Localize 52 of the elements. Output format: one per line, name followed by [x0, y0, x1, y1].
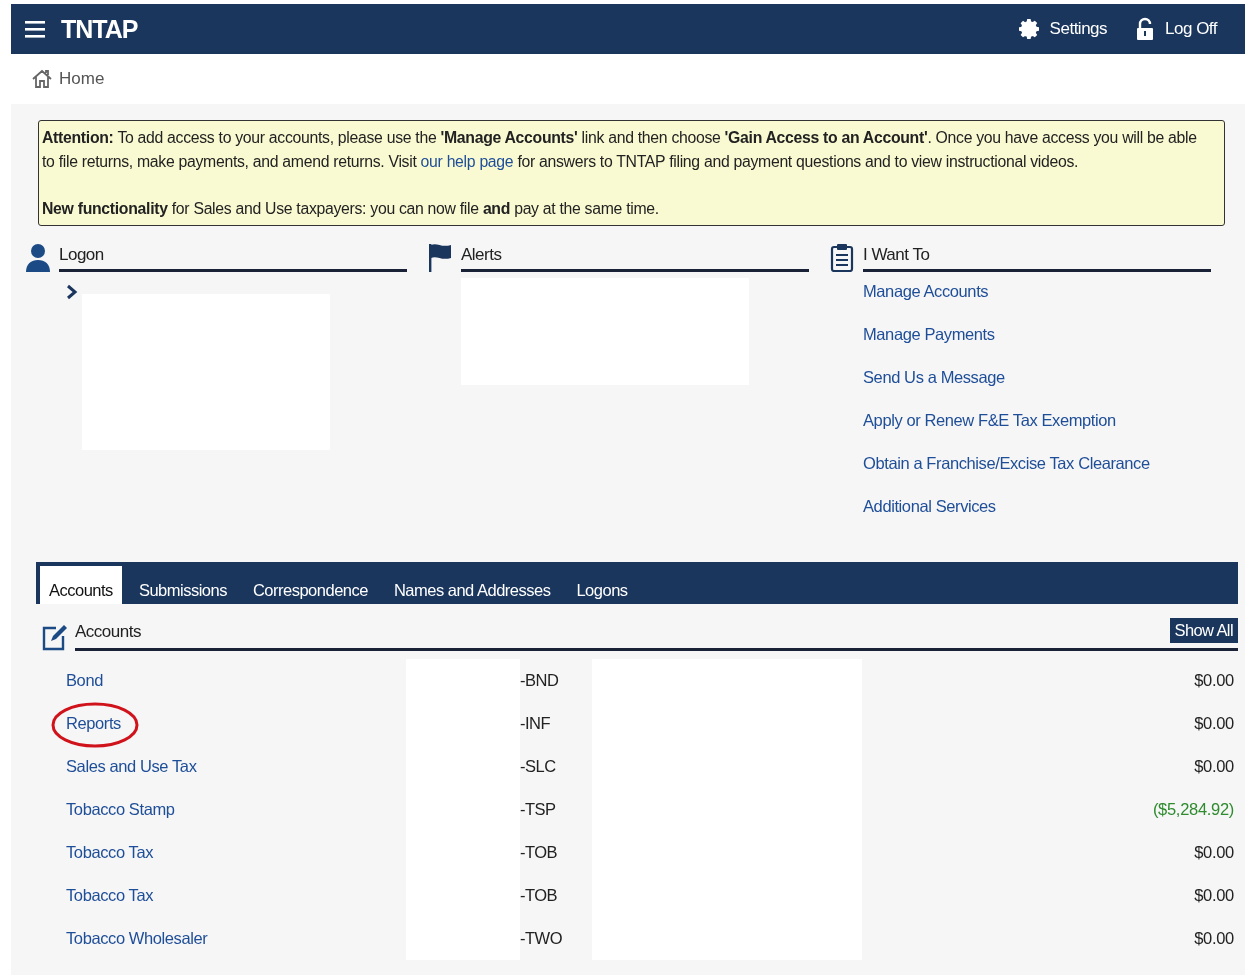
edit-icon [41, 623, 67, 651]
notice-text: Attention: To add access to your accounts, please use the 'Manage Accounts' link and then choose 'Gain Access to an Account'. Once you have access you will be able to file returns, make payments, and amend returns. Visit our help page for answers to TNTAP filing and payment questions and to view instructional videos. [42, 128, 1198, 172]
breadcrumb-home[interactable]: Home [59, 69, 105, 89]
account-balance: $0.00 [1193, 843, 1234, 862]
tab[interactable]: Submissions [129, 566, 236, 604]
person-icon [25, 242, 51, 272]
action-link[interactable]: Apply or Renew F&E Tax Exemption [863, 411, 1116, 429]
show-all-button[interactable]: Show All [1169, 618, 1238, 643]
panel-title: Alerts [461, 245, 809, 272]
action-link[interactable]: Send Us a Message [863, 368, 1005, 386]
account-balance: $0.00 [1193, 671, 1234, 690]
log-off-link[interactable]: Log Off [1133, 17, 1217, 41]
account-link[interactable]: Bond [66, 671, 406, 690]
help-page-link[interactable]: our help page [420, 153, 514, 170]
account-balance: $0.00 [1193, 757, 1234, 776]
flag-icon [427, 242, 453, 272]
action-link[interactable]: Obtain a Franchise/Excise Tax Clearance [863, 454, 1150, 472]
action-link[interactable]: Manage Payments [863, 325, 995, 343]
account-link[interactable]: Sales and Use Tax [66, 757, 406, 776]
section-title: Accounts [75, 622, 141, 642]
settings-link[interactable]: Settings [1017, 17, 1108, 41]
account-suffix: -TWO [520, 929, 563, 948]
account-balance: ($5,284.92) [1151, 800, 1234, 819]
chevron-icon[interactable] [65, 284, 79, 300]
account-link[interactable]: Tobacco Tax [66, 886, 406, 905]
action-link[interactable]: Manage Accounts [863, 282, 989, 300]
account-suffix: -INF [520, 714, 552, 733]
account-link[interactable]: Tobacco Wholesaler [66, 929, 406, 948]
account-link[interactable]: Reports [66, 714, 406, 733]
menu-icon[interactable] [25, 20, 47, 38]
notice-text: New functionality for Sales and Use taxpayers: you can now file and pay at the same time. [42, 199, 660, 219]
tab[interactable]: Accounts [40, 566, 122, 604]
account-suffix: -SLC [520, 757, 557, 776]
account-link[interactable]: Tobacco Tax [66, 843, 406, 862]
tab[interactable]: Logons [567, 566, 637, 604]
home-icon[interactable] [31, 69, 53, 89]
action-link[interactable]: Additional Services [863, 497, 996, 515]
panel-title: Logon [59, 245, 407, 272]
tab[interactable]: Names and Addresses [384, 566, 560, 604]
panel-title: I Want To [863, 245, 1211, 272]
account-link[interactable]: Tobacco Stamp [66, 800, 406, 819]
tab[interactable]: Correspondence [243, 566, 377, 604]
account-suffix: -TSP [520, 800, 557, 819]
account-balance: $0.00 [1193, 929, 1234, 948]
clipboard-icon [829, 242, 855, 272]
app-title: TNTAP [61, 14, 138, 44]
account-suffix: -TOB [520, 843, 559, 862]
account-balance: $0.00 [1193, 714, 1234, 733]
account-balance: $0.00 [1193, 886, 1234, 905]
account-suffix: -BND [520, 671, 560, 690]
account-suffix: -TOB [520, 886, 559, 905]
settings-icon [1017, 17, 1042, 41]
